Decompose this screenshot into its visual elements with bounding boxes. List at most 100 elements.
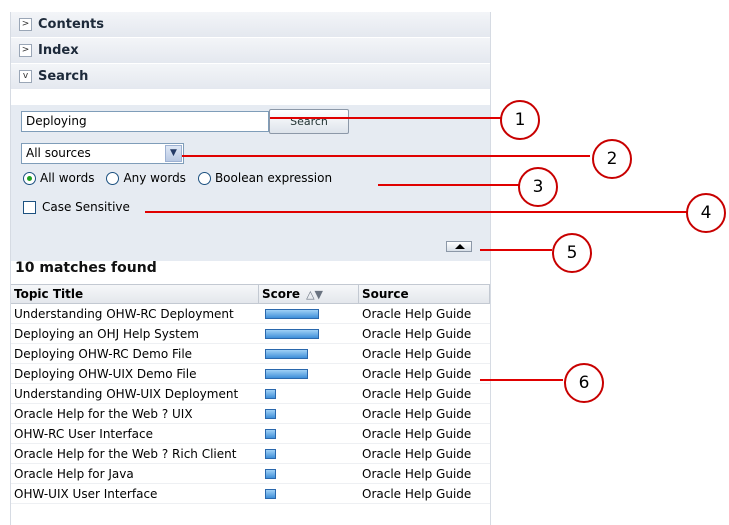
radio-button[interactable]: [23, 171, 36, 185]
score-cell: [259, 444, 359, 463]
header-source[interactable]: Source: [359, 285, 490, 303]
search-label: Search: [38, 69, 89, 84]
table-row[interactable]: Understanding OHW-UIX Deployment Oracle H…: [11, 384, 490, 404]
source-cell: Oracle Help Guide: [362, 347, 472, 361]
contents-header[interactable]: > Contents: [11, 12, 490, 38]
search-button[interactable]: Search: [269, 109, 349, 134]
source-cell: Oracle Help Guide: [362, 407, 472, 421]
topic-title-link[interactable]: Oracle Help for Java: [11, 464, 259, 483]
contents-label: Contents: [38, 17, 104, 32]
source-cell: Oracle Help Guide: [362, 447, 472, 461]
results-rows: Understanding OHW-RC Deployment Oracle He…: [11, 304, 490, 504]
score-cell: [259, 424, 359, 443]
radio-button[interactable]: [106, 171, 120, 185]
table-row[interactable]: Oracle Help for Java Oracle Help Guide: [11, 464, 490, 484]
search-header[interactable]: v Search: [11, 64, 490, 90]
search-input[interactable]: Deploying: [21, 111, 269, 132]
topic-title-link[interactable]: Deploying an OHJ Help System: [11, 324, 259, 343]
chevron-down-icon[interactable]: v: [19, 70, 32, 83]
case-sensitive-option[interactable]: Case Sensitive: [23, 200, 130, 214]
callout-marker: 5: [552, 233, 592, 273]
radio-any-words[interactable]: Any words: [106, 171, 186, 185]
score-cell: [259, 484, 359, 503]
score-cell: [259, 384, 359, 403]
match-mode-group: All words Any words Boolean expression: [23, 171, 344, 185]
table-row[interactable]: OHW-UIX User Interface Oracle Help Guide: [11, 484, 490, 504]
score-cell: [259, 464, 359, 483]
table-row[interactable]: Deploying OHW-RC Demo File Oracle Help Gu…: [11, 344, 490, 364]
callout-line: [270, 117, 520, 119]
callout-line: [480, 379, 563, 381]
results-table: Topic Title Score △▼ Source Understanding…: [11, 284, 490, 504]
index-header[interactable]: > Index: [11, 38, 490, 64]
radio-button[interactable]: [197, 171, 211, 185]
source-cell: Oracle Help Guide: [362, 367, 472, 381]
results-header: Topic Title Score △▼ Source: [11, 284, 490, 304]
score-cell: [259, 324, 359, 343]
source-cell: Oracle Help Guide: [362, 327, 472, 341]
case-sensitive-checkbox[interactable]: [23, 200, 36, 214]
topic-title-link[interactable]: Deploying OHW-UIX Demo File: [11, 364, 259, 383]
callout-marker: 3: [518, 167, 558, 207]
table-row[interactable]: Deploying OHW-UIX Demo File Oracle Help G…: [11, 364, 490, 384]
callout-line: [182, 155, 590, 157]
header-score[interactable]: Score △▼: [259, 285, 359, 303]
search-form: Deploying Search All sources ▼ All words…: [11, 105, 490, 261]
index-label: Index: [38, 43, 79, 58]
topic-title-link[interactable]: OHW-UIX User Interface: [11, 484, 259, 503]
score-bar: [265, 349, 308, 359]
collapse-search-button[interactable]: [446, 241, 472, 252]
source-cell: Oracle Help Guide: [362, 467, 472, 481]
results-summary: 10 matches found: [15, 260, 157, 276]
callout-line: [480, 249, 552, 251]
callout-line: [378, 184, 522, 186]
source-select[interactable]: All sources ▼: [21, 143, 184, 164]
chevron-right-icon[interactable]: >: [19, 18, 32, 31]
score-bar: [265, 309, 319, 319]
topic-title-link[interactable]: Understanding OHW-UIX Deployment: [11, 384, 259, 403]
score-bar: [265, 369, 308, 379]
score-bar: [265, 489, 276, 499]
callout-marker: 4: [686, 193, 726, 233]
help-navigator-panel: > Contents > Index v Search Deploying Se…: [10, 12, 491, 525]
table-row[interactable]: Oracle Help for the Web ? UIX Oracle Help…: [11, 404, 490, 424]
table-row[interactable]: Understanding OHW-RC Deployment Oracle He…: [11, 304, 490, 324]
header-score-label: Score: [262, 287, 301, 301]
radio-boolean-label: Boolean expression: [214, 171, 333, 185]
score-cell: [259, 304, 359, 323]
topic-title-link[interactable]: Oracle Help for the Web ? UIX: [11, 404, 259, 423]
source-cell: Oracle Help Guide: [362, 487, 472, 501]
callout-marker: 2: [592, 139, 632, 179]
score-bar: [265, 469, 276, 479]
source-select-value: All sources: [26, 146, 91, 160]
radio-all-words[interactable]: All words: [23, 171, 94, 185]
callout-line: [145, 211, 692, 213]
source-cell: Oracle Help Guide: [362, 427, 472, 441]
source-cell: Oracle Help Guide: [362, 307, 472, 321]
table-row[interactable]: OHW-RC User Interface Oracle Help Guide: [11, 424, 490, 444]
score-bar: [265, 449, 276, 459]
score-cell: [259, 404, 359, 423]
radio-any-label: Any words: [123, 171, 186, 185]
callout-marker: 1: [500, 100, 540, 140]
topic-title-link[interactable]: Understanding OHW-RC Deployment: [11, 304, 259, 323]
table-row[interactable]: Deploying an OHJ Help System Oracle Help …: [11, 324, 490, 344]
score-bar: [265, 429, 276, 439]
radio-boolean-expression[interactable]: Boolean expression: [197, 171, 333, 185]
score-bar: [265, 329, 319, 339]
case-sensitive-label: Case Sensitive: [42, 200, 130, 214]
topic-title-link[interactable]: Deploying OHW-RC Demo File: [11, 344, 259, 363]
chevron-down-icon[interactable]: ▼: [165, 145, 182, 162]
table-row[interactable]: Oracle Help for the Web ? Rich Client Ora…: [11, 444, 490, 464]
radio-all-label: All words: [40, 171, 95, 185]
score-bar: [265, 389, 276, 399]
score-cell: [259, 364, 359, 383]
callout-marker: 6: [564, 363, 604, 403]
topic-title-link[interactable]: Oracle Help for the Web ? Rich Client: [11, 444, 259, 463]
sort-icon[interactable]: △▼: [306, 288, 323, 301]
header-topic-title[interactable]: Topic Title: [11, 285, 259, 303]
score-cell: [259, 344, 359, 363]
chevron-right-icon[interactable]: >: [19, 44, 32, 57]
topic-title-link[interactable]: OHW-RC User Interface: [11, 424, 259, 443]
score-bar: [265, 409, 276, 419]
